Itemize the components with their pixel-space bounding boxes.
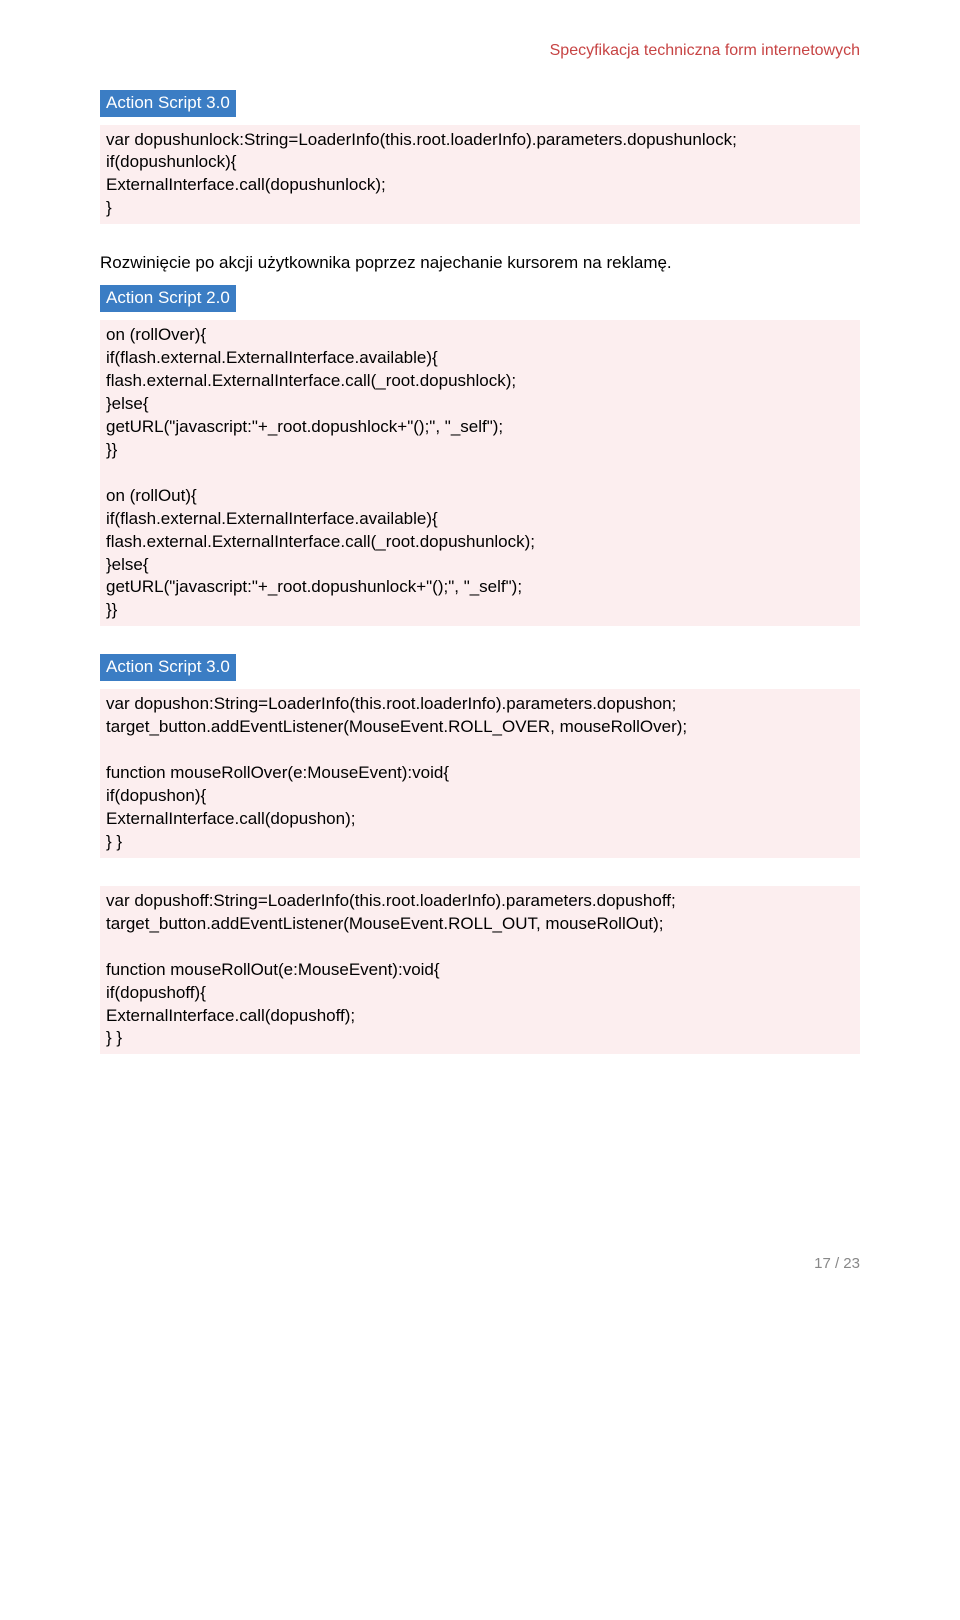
code-block-1: var dopushunlock:String=LoaderInfo(this.…	[100, 125, 860, 225]
code-block-3b: var dopushoff:String=LoaderInfo(this.roo…	[100, 886, 860, 1055]
section-1: Action Script 3.0 var dopushunlock:Strin…	[100, 90, 860, 225]
action-script-tag-3: Action Script 3.0	[100, 654, 236, 681]
page-footer: 17 / 23	[100, 1254, 860, 1274]
code-block-3a: var dopushon:String=LoaderInfo(this.root…	[100, 689, 860, 858]
section-2: Action Script 2.0 on (rollOver){ if(flas…	[100, 285, 860, 626]
intro-text: Rozwinięcie po akcji użytkownika poprzez…	[100, 252, 860, 275]
page-header-title: Specyfikacja techniczna form internetowy…	[100, 40, 860, 62]
action-script-tag-1: Action Script 3.0	[100, 90, 236, 117]
code-block-2: on (rollOver){ if(flash.external.Externa…	[100, 320, 860, 626]
action-script-tag-2: Action Script 2.0	[100, 285, 236, 312]
section-3: Action Script 3.0 var dopushon:String=Lo…	[100, 654, 860, 1054]
